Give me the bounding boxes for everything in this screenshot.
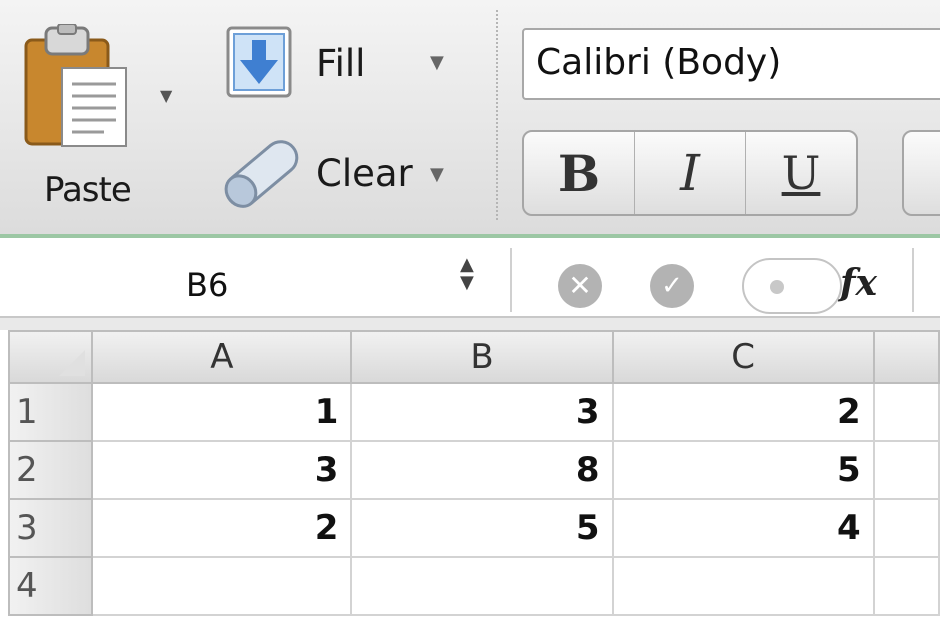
fx-label[interactable]: fx	[840, 262, 877, 304]
italic-button[interactable]: I	[635, 132, 746, 214]
column-header-d[interactable]	[872, 330, 940, 384]
clear-label: Clear	[316, 152, 413, 195]
cell-d2[interactable]	[872, 440, 940, 500]
underline-button[interactable]: U	[746, 132, 856, 214]
column-header-a[interactable]: A	[91, 330, 353, 384]
cell-b2[interactable]: 8	[350, 440, 614, 500]
paste-dropdown-arrow[interactable]: ▼	[160, 86, 172, 105]
column-header-b[interactable]: B	[350, 330, 614, 384]
cell-d1[interactable]	[872, 382, 940, 442]
cell-c3[interactable]: 4	[611, 498, 875, 558]
function-icon[interactable]	[742, 258, 842, 314]
cancel-icon[interactable]: ✕	[558, 264, 602, 308]
fill-dropdown-arrow[interactable]: ▼	[430, 52, 444, 73]
clear-dropdown-arrow[interactable]: ▼	[430, 164, 444, 185]
cell-a1[interactable]: 1	[91, 382, 353, 442]
font-name-select[interactable]: Calibri (Body)	[522, 28, 940, 100]
ribbon: Paste ▼ Fill ▼ Clear ▼ Calibri (Body) B …	[0, 0, 940, 238]
column-header-c[interactable]: C	[611, 330, 875, 384]
column-header-row: A B C	[7, 330, 940, 384]
row-header-4[interactable]: 4	[7, 556, 94, 616]
cell-a2[interactable]: 3	[91, 440, 353, 500]
row-header-3[interactable]: 3	[7, 498, 94, 558]
name-box[interactable]: B6	[186, 266, 228, 304]
table-row: 4	[7, 556, 940, 616]
fill-label: Fill	[316, 42, 366, 85]
function-dot	[770, 280, 784, 294]
text-format-buttons: B I U	[522, 130, 858, 216]
formula-bar-divider	[510, 248, 512, 312]
select-all-corner[interactable]	[7, 330, 94, 384]
clipboard-icon	[24, 24, 127, 147]
cell-c1[interactable]: 2	[611, 382, 875, 442]
cell-b4[interactable]	[350, 556, 614, 616]
cell-b3[interactable]: 5	[350, 498, 614, 558]
cell-a4[interactable]	[91, 556, 353, 616]
ribbon-group-separator	[496, 10, 498, 220]
cell-a3[interactable]: 2	[91, 498, 353, 558]
cell-d3[interactable]	[872, 498, 940, 558]
table-row: 3 2 5 4	[7, 498, 940, 558]
grid-top-gap	[0, 318, 940, 330]
cell-d4[interactable]	[872, 556, 940, 616]
formula-bar-divider	[912, 248, 914, 312]
eraser-icon	[224, 140, 299, 208]
row-header-2[interactable]: 2	[7, 440, 94, 500]
bold-button[interactable]: B	[524, 132, 635, 214]
table-row: 2 3 8 5	[7, 440, 940, 500]
row-header-1[interactable]: 1	[7, 382, 94, 442]
paste-label: Paste	[44, 170, 132, 210]
spreadsheet-grid: A B C 1 1 3 2 2 3 8 5 3 2 5 4 4	[7, 330, 940, 616]
next-format-button[interactable]	[902, 130, 940, 216]
table-row: 1 1 3 2	[7, 382, 940, 442]
fill-down-icon	[226, 26, 292, 98]
name-box-stepper[interactable]: ▲ ▼	[460, 256, 474, 292]
cell-b1[interactable]: 3	[350, 382, 614, 442]
cell-c2[interactable]: 5	[611, 440, 875, 500]
enter-icon[interactable]: ✓	[650, 264, 694, 308]
cell-c4[interactable]	[611, 556, 875, 616]
